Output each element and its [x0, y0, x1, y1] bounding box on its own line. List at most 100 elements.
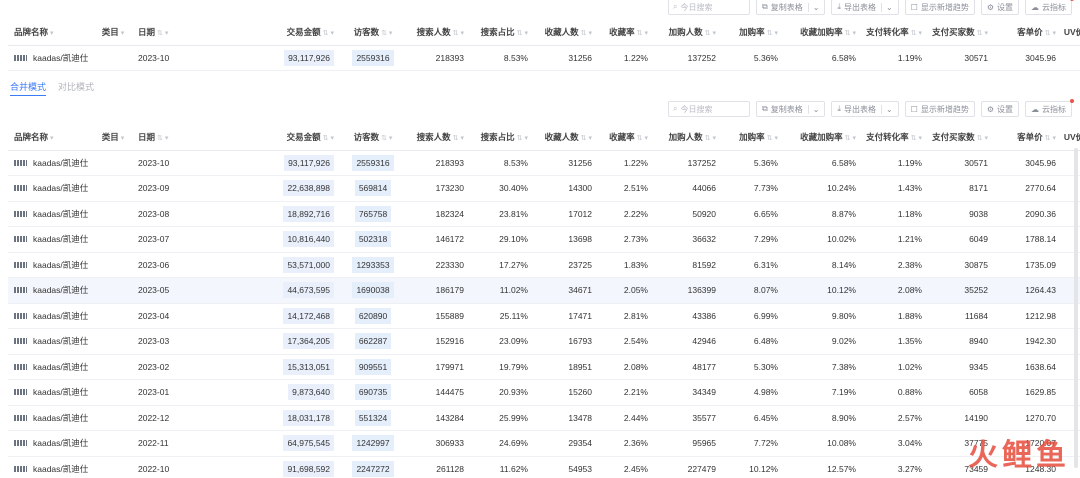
settings-button[interactable]: ⚙ 设置: [980, 0, 1019, 15]
sort-filter-icon[interactable]: ⇅ ▾: [381, 30, 392, 37]
table-row[interactable]: kaadas/凯迪仕 2023-04 14,172,468 620890 155889 2…: [8, 303, 1080, 329]
sort-filter-icon[interactable]: ⇅ ▾: [453, 30, 464, 37]
column-header-fav-rate[interactable]: 收藏率 ⇅ ▾: [598, 124, 654, 151]
chevron-down-icon[interactable]: ⌄: [880, 104, 893, 114]
sort-filter-icon[interactable]: ⇅ ▾: [157, 30, 168, 37]
column-header-fav-cart-rate[interactable]: 收藏加购率 ⇅ ▾: [784, 124, 862, 151]
show-trend-toggle[interactable]: ☐ 显示新增趋势: [904, 101, 975, 117]
tab-compare-mode[interactable]: 对比模式: [58, 80, 94, 96]
column-header-gmv[interactable]: 交易金额 ⇅ ▾: [242, 124, 340, 151]
column-header-fav-users[interactable]: 收藏人数 ⇅ ▾: [534, 19, 598, 46]
table-row[interactable]: kaadas/凯迪仕 2023-03 17,364,205 662287 152916 2…: [8, 328, 1080, 355]
export-table-button[interactable]: ⤓ 导出表格 ⌄: [831, 0, 899, 15]
sort-filter-icon[interactable]: ⇅ ▾: [767, 30, 778, 37]
column-header-cart-rate[interactable]: 加购率 ⇅ ▾: [722, 19, 784, 46]
tab-merge-mode[interactable]: 合并模式: [10, 80, 47, 96]
table-row[interactable]: kaadas/凯迪仕 2023-07 10,816,440 502318 146172 2…: [8, 226, 1080, 253]
table-row[interactable]: kaadas/凯迪仕 2023-08 18,892,716 765758 182324 2…: [8, 201, 1080, 227]
sort-filter-icon[interactable]: ⇅ ▾: [157, 135, 168, 142]
copy-table-button[interactable]: ⧉ 复制表格 ⌄: [755, 101, 826, 117]
column-header-visitors[interactable]: 访客数 ⇅ ▾: [340, 19, 406, 46]
sort-filter-icon[interactable]: ⇅ ▾: [705, 135, 716, 142]
column-header-cart-users[interactable]: 加购人数 ⇅ ▾: [654, 19, 722, 46]
sort-filter-icon[interactable]: ⇅ ▾: [977, 135, 988, 142]
summary-row[interactable]: kaadas/凯迪仕 2023-10 93,117,926 2559316 218393…: [8, 45, 1080, 71]
search-box[interactable]: ⌕ 今日搜索: [667, 101, 750, 117]
sort-filter-icon[interactable]: ⇅ ▾: [517, 30, 528, 37]
column-header-search-users[interactable]: 搜索人数 ⇅ ▾: [406, 124, 470, 151]
sort-filter-icon[interactable]: ⇅ ▾: [705, 30, 716, 37]
table-row[interactable]: kaadas/凯迪仕 2023-01 9,873,640 690735 144475 20…: [8, 379, 1080, 406]
sort-filter-icon[interactable]: ▾: [50, 30, 54, 37]
column-header-fav-users[interactable]: 收藏人数 ⇅ ▾: [534, 124, 598, 151]
table-row[interactable]: kaadas/凯迪仕 2022-12 18,031,178 551324 143284 2…: [8, 405, 1080, 431]
column-header-brand[interactable]: 品牌名称 ▾: [8, 19, 94, 46]
chevron-down-icon[interactable]: ⌄: [807, 2, 819, 12]
sort-filter-icon[interactable]: ⇅ ▾: [323, 30, 334, 37]
table-row[interactable]: kaadas/凯迪仕 2022-11 64,975,545 1242997 306933…: [8, 430, 1080, 457]
table-row[interactable]: kaadas/凯迪仕 2023-09 22,638,898 569814 173230 3…: [8, 175, 1080, 202]
sort-filter-icon[interactable]: ⇅ ▾: [1045, 135, 1056, 142]
search-box[interactable]: ⌕ 今日搜索: [667, 0, 750, 15]
cloud-metrics-button[interactable]: ☁ 云指标: [1025, 0, 1074, 15]
sort-filter-icon[interactable]: ⇅ ▾: [581, 135, 592, 142]
chevron-down-icon[interactable]: ⌄: [807, 104, 819, 114]
sort-filter-icon[interactable]: ⇅ ▾: [845, 30, 856, 37]
export-table-button[interactable]: ⤓ 导出表格 ⌄: [831, 101, 899, 117]
column-header-category[interactable]: 类目 ▾: [94, 19, 132, 46]
column-header-brand[interactable]: 品牌名称 ▾: [8, 124, 94, 151]
filter-icon[interactable]: ▾: [121, 30, 125, 37]
sort-filter-icon[interactable]: ⇅ ▾: [845, 135, 856, 142]
table-row[interactable]: kaadas/凯迪仕 2022-10 91,698,592 2247272 261128…: [8, 456, 1080, 478]
sort-filter-icon[interactable]: ⇅ ▾: [517, 135, 528, 142]
table-row[interactable]: kaadas/凯迪仕 2023-02 15,313,051 909551 179971 1…: [8, 354, 1080, 380]
column-header-uv-value[interactable]: UV价值⇅ ▾: [1062, 19, 1080, 46]
column-header-search-ratio[interactable]: 搜索占比 ⇅ ▾: [470, 124, 534, 151]
column-header-category[interactable]: 类目 ▾: [94, 124, 132, 151]
sort-filter-icon[interactable]: ⇅ ▾: [581, 30, 592, 37]
sort-filter-icon[interactable]: ⇅ ▾: [637, 30, 648, 37]
table-row[interactable]: kaadas/凯迪仕 2023-10 93,117,926 2559316 218393…: [8, 150, 1080, 176]
column-header-pay-cvr[interactable]: 支付转化率 ⇅ ▾: [862, 124, 928, 151]
column-header-aov[interactable]: 客单价 ⇅ ▾: [994, 19, 1062, 46]
column-header-date[interactable]: 日期 ⇅ ▾: [132, 124, 242, 151]
sort-filter-icon[interactable]: ⇅ ▾: [911, 30, 922, 37]
table-row[interactable]: kaadas/凯迪仕 2023-05 44,673,595 1690038 186179…: [8, 277, 1080, 304]
filter-icon[interactable]: ▾: [121, 135, 125, 142]
column-header-buyers[interactable]: 支付买家数 ⇅ ▾: [928, 124, 994, 151]
cloud-metrics-button[interactable]: ☁ 云指标: [1025, 99, 1074, 117]
column-header-search-users[interactable]: 搜索人数 ⇅ ▾: [406, 19, 470, 46]
table-row[interactable]: kaadas/凯迪仕 2023-06 53,571,000 1293353 223330…: [8, 252, 1080, 278]
column-header-date[interactable]: 日期 ⇅ ▾: [132, 19, 242, 46]
chevron-down-icon[interactable]: ⌄: [880, 2, 893, 12]
sort-filter-icon[interactable]: ⇅ ▾: [323, 135, 334, 142]
column-header-uv-value[interactable]: UV价值⇅ ▾: [1062, 124, 1080, 151]
column-header-cart-users[interactable]: 加购人数 ⇅ ▾: [654, 124, 722, 151]
show-trend-toggle[interactable]: ☐ 显示新增趋势: [904, 0, 975, 15]
copy-table-button[interactable]: ⧉ 复制表格 ⌄: [755, 0, 826, 15]
brand-logo-icon: [14, 440, 27, 447]
sort-filter-icon[interactable]: ▾: [50, 135, 54, 142]
column-header-pay-cvr[interactable]: 支付转化率 ⇅ ▾: [862, 19, 928, 46]
column-header-aov[interactable]: 客单价 ⇅ ▾: [994, 124, 1062, 151]
cell-search-users: 173230: [406, 175, 470, 202]
column-header-search-ratio[interactable]: 搜索占比 ⇅ ▾: [470, 19, 534, 46]
sort-filter-icon[interactable]: ⇅ ▾: [977, 30, 988, 37]
column-header-visitors[interactable]: 访客数 ⇅ ▾: [340, 124, 406, 151]
cell-gmv: 22,638,898: [242, 175, 340, 202]
sort-filter-icon[interactable]: ⇅ ▾: [637, 135, 648, 142]
sort-filter-icon[interactable]: ⇅ ▾: [453, 135, 464, 142]
cell-aov: 1270.70: [994, 405, 1062, 431]
column-header-fav-rate[interactable]: 收藏率 ⇅ ▾: [598, 19, 654, 46]
sort-filter-icon[interactable]: ⇅ ▾: [381, 135, 392, 142]
sort-filter-icon[interactable]: ⇅ ▾: [767, 135, 778, 142]
brand-cell: kaadas/凯迪仕: [14, 437, 94, 449]
column-header-fav-cart-rate[interactable]: 收藏加购率 ⇅ ▾: [784, 19, 862, 46]
column-header-gmv[interactable]: 交易金额 ⇅ ▾: [242, 19, 340, 46]
vertical-scrollbar[interactable]: [1074, 148, 1078, 468]
sort-filter-icon[interactable]: ⇅ ▾: [1045, 30, 1056, 37]
settings-button[interactable]: ⚙ 设置: [980, 101, 1019, 117]
column-header-cart-rate[interactable]: 加购率 ⇅ ▾: [722, 124, 784, 151]
sort-filter-icon[interactable]: ⇅ ▾: [911, 135, 922, 142]
column-header-buyers[interactable]: 支付买家数 ⇅ ▾: [928, 19, 994, 46]
